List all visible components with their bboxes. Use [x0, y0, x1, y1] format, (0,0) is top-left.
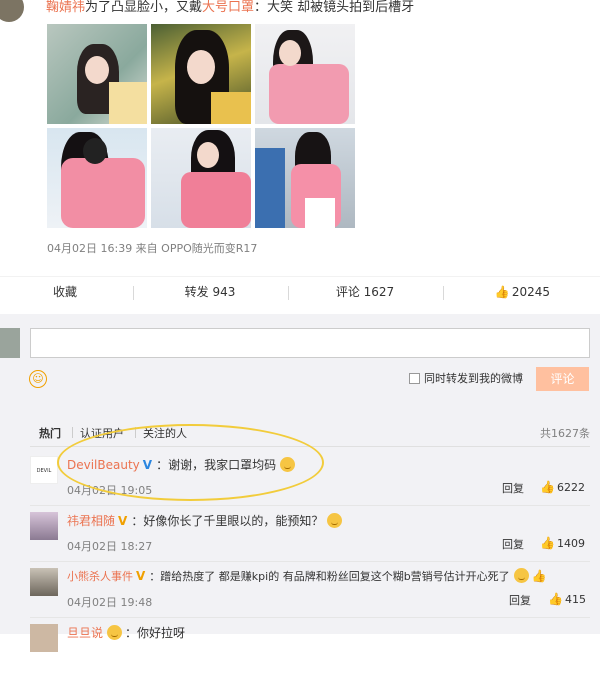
divider	[443, 286, 444, 300]
comment-text: 旦旦说 ：你好拉呀	[67, 625, 186, 640]
smirk-emoji-icon	[327, 513, 343, 528]
post-image[interactable]	[255, 128, 355, 228]
comment-total: 共1627条	[540, 427, 590, 440]
tab-hot[interactable]: 热门	[39, 425, 61, 441]
submit-comment-button[interactable]: 评论	[536, 367, 589, 391]
comment-button[interactable]: 评论 1627	[295, 277, 435, 307]
comment-item: 旦旦说 ：你好拉呀	[30, 618, 590, 674]
emoji-icon[interactable]: ☺	[29, 370, 47, 388]
comment-time: 04月02日 18:27	[67, 540, 153, 553]
comment-text: 小熊杀人事件 V ：蹭给热度了 都是赚kpi的 有品牌和粉丝回复这个糊b营销号估计开…	[67, 568, 547, 583]
author-name[interactable]: 鞠婧祎	[46, 0, 85, 15]
reply-button[interactable]: 回复	[509, 592, 531, 608]
my-avatar	[0, 328, 20, 358]
comment-like-button[interactable]: 👍 6222	[540, 480, 585, 494]
verified-badge-icon: V	[118, 514, 128, 528]
thumbs-up-icon: 👍	[548, 592, 563, 606]
comment-item: 祎君相随 V ：好像你长了千里眼以的，能预知？ 04月02日 18:27 回复 👍 1…	[30, 506, 590, 562]
commenter-name[interactable]: 旦旦说	[67, 626, 103, 640]
reply-button[interactable]: 回复	[502, 480, 524, 496]
repost-checkbox[interactable]	[409, 373, 420, 384]
reply-button[interactable]: 回复	[502, 536, 524, 552]
thumbs-up-icon: 👍	[494, 285, 510, 299]
comment-like-button[interactable]: 👍 415	[548, 592, 586, 606]
post-image[interactable]	[255, 24, 355, 124]
weibo-post: 鞠婧祎为了凸显脸小，又戴大号口罩：大笑 却被镜头拍到后槽牙 04月02日 16:…	[0, 0, 600, 276]
divider	[288, 286, 289, 300]
commenter-avatar[interactable]	[30, 624, 58, 652]
comment-input[interactable]	[30, 328, 590, 358]
highlight-circle	[57, 424, 324, 501]
emoji-icon	[107, 625, 123, 640]
commenter-avatar[interactable]	[30, 512, 58, 540]
grin-emoji-icon	[513, 568, 529, 583]
verified-badge-icon: V	[136, 569, 146, 583]
keyword-link[interactable]: 大号口罩	[202, 0, 254, 15]
commenter-avatar[interactable]	[30, 568, 58, 596]
comment-text: 祎君相随 V ：好像你长了千里眼以的，能预知？	[67, 512, 343, 529]
thumbs-up-icon: 👍	[540, 536, 555, 550]
commenter-name[interactable]: 小熊杀人事件	[67, 570, 133, 583]
post-meta: 04月02日 16:39 来自 OPPO随光而变R17	[47, 242, 258, 255]
post-image[interactable]	[47, 128, 147, 228]
thumbs-up-icon: 👍	[540, 480, 555, 494]
divider	[72, 427, 73, 438]
thumbs-up-emoji-icon: 👍	[531, 569, 547, 583]
repost-checkbox-label: 同时转发到我的微博	[424, 372, 523, 385]
favorite-button[interactable]: 收藏	[0, 277, 130, 307]
post-image[interactable]	[151, 128, 251, 228]
like-button[interactable]: 👍 20245	[450, 277, 595, 307]
post-text: 鞠婧祎为了凸显脸小，又戴大号口罩：大笑 却被镜头拍到后槽牙	[46, 0, 415, 15]
post-image[interactable]	[47, 24, 147, 124]
repost-button[interactable]: 转发 943	[140, 277, 280, 307]
divider	[133, 286, 134, 300]
commenter-avatar[interactable]: DEVIL	[30, 456, 58, 484]
comment-time: 04月02日 19:48	[67, 596, 153, 609]
action-bar: 收藏 转发 943 评论 1627 👍 20245	[0, 276, 600, 306]
comment-like-button[interactable]: 👍 1409	[540, 536, 585, 550]
commenter-name[interactable]: 祎君相随	[67, 514, 115, 528]
post-image[interactable]	[151, 24, 251, 124]
author-avatar[interactable]	[0, 0, 24, 22]
comment-item: 小熊杀人事件 V ：蹭给热度了 都是赚kpi的 有品牌和粉丝回复这个糊b营销号估计开…	[30, 562, 590, 618]
